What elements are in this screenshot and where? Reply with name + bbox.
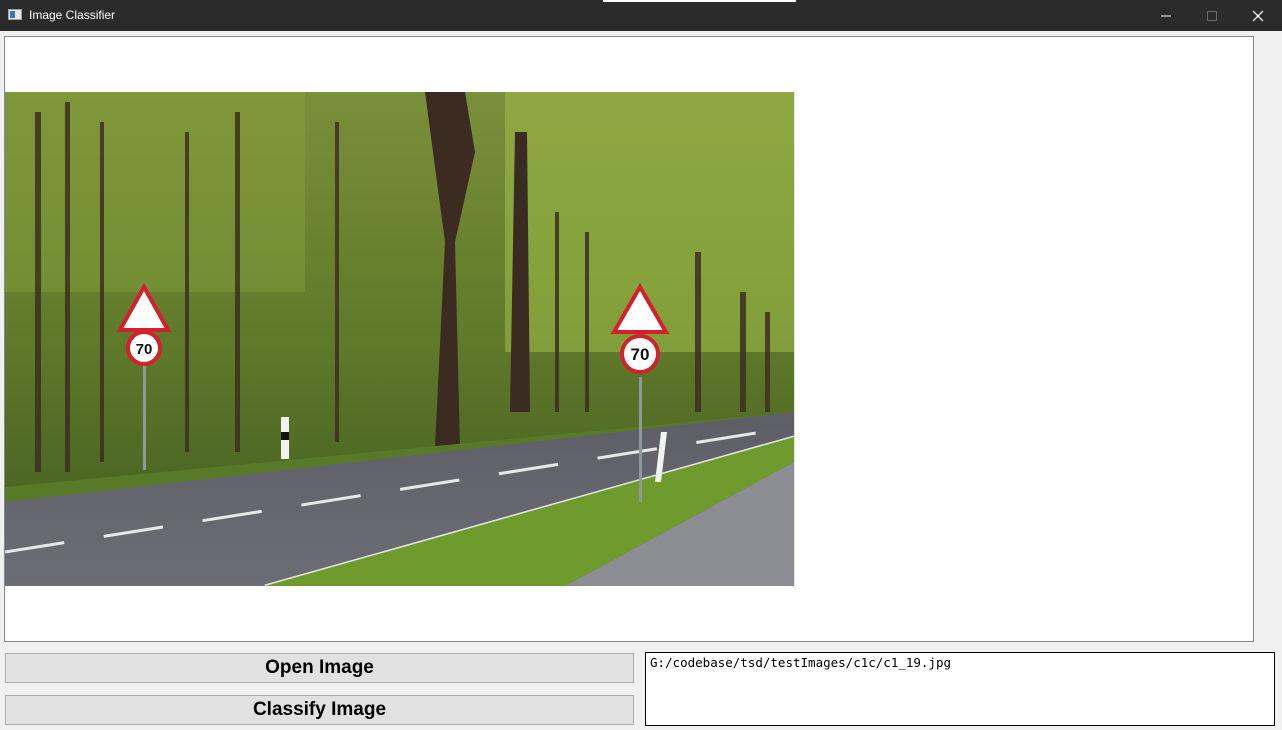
road-photo: 70 70 (5, 92, 795, 586)
open-image-button[interactable]: Open Image (5, 653, 634, 683)
window-edge (1257, 36, 1282, 646)
road-photo-illustration: 70 70 (5, 92, 794, 586)
window-title: Image Classifier (29, 8, 116, 22)
sign-label-right: 70 (631, 345, 650, 364)
close-icon (1252, 10, 1264, 21)
minimize-icon (1161, 15, 1171, 16)
sign-label-left: 70 (136, 341, 153, 358)
file-path-text: G:/codebase/tsd/testImages/c1c/c1_19.jpg (650, 655, 952, 670)
close-button[interactable] (1235, 0, 1281, 31)
image-display-panel: 70 70 (4, 36, 1254, 642)
title-bar: Image Classifier (0, 0, 1282, 31)
maximize-icon (1207, 10, 1217, 21)
minimize-button[interactable] (1143, 0, 1189, 31)
title-accent (603, 0, 796, 2)
maximize-button[interactable] (1189, 0, 1235, 31)
classify-image-button[interactable]: Classify Image (5, 695, 634, 725)
app-window-icon (8, 9, 22, 20)
file-path-output[interactable]: G:/codebase/tsd/testImages/c1c/c1_19.jpg (645, 652, 1275, 726)
